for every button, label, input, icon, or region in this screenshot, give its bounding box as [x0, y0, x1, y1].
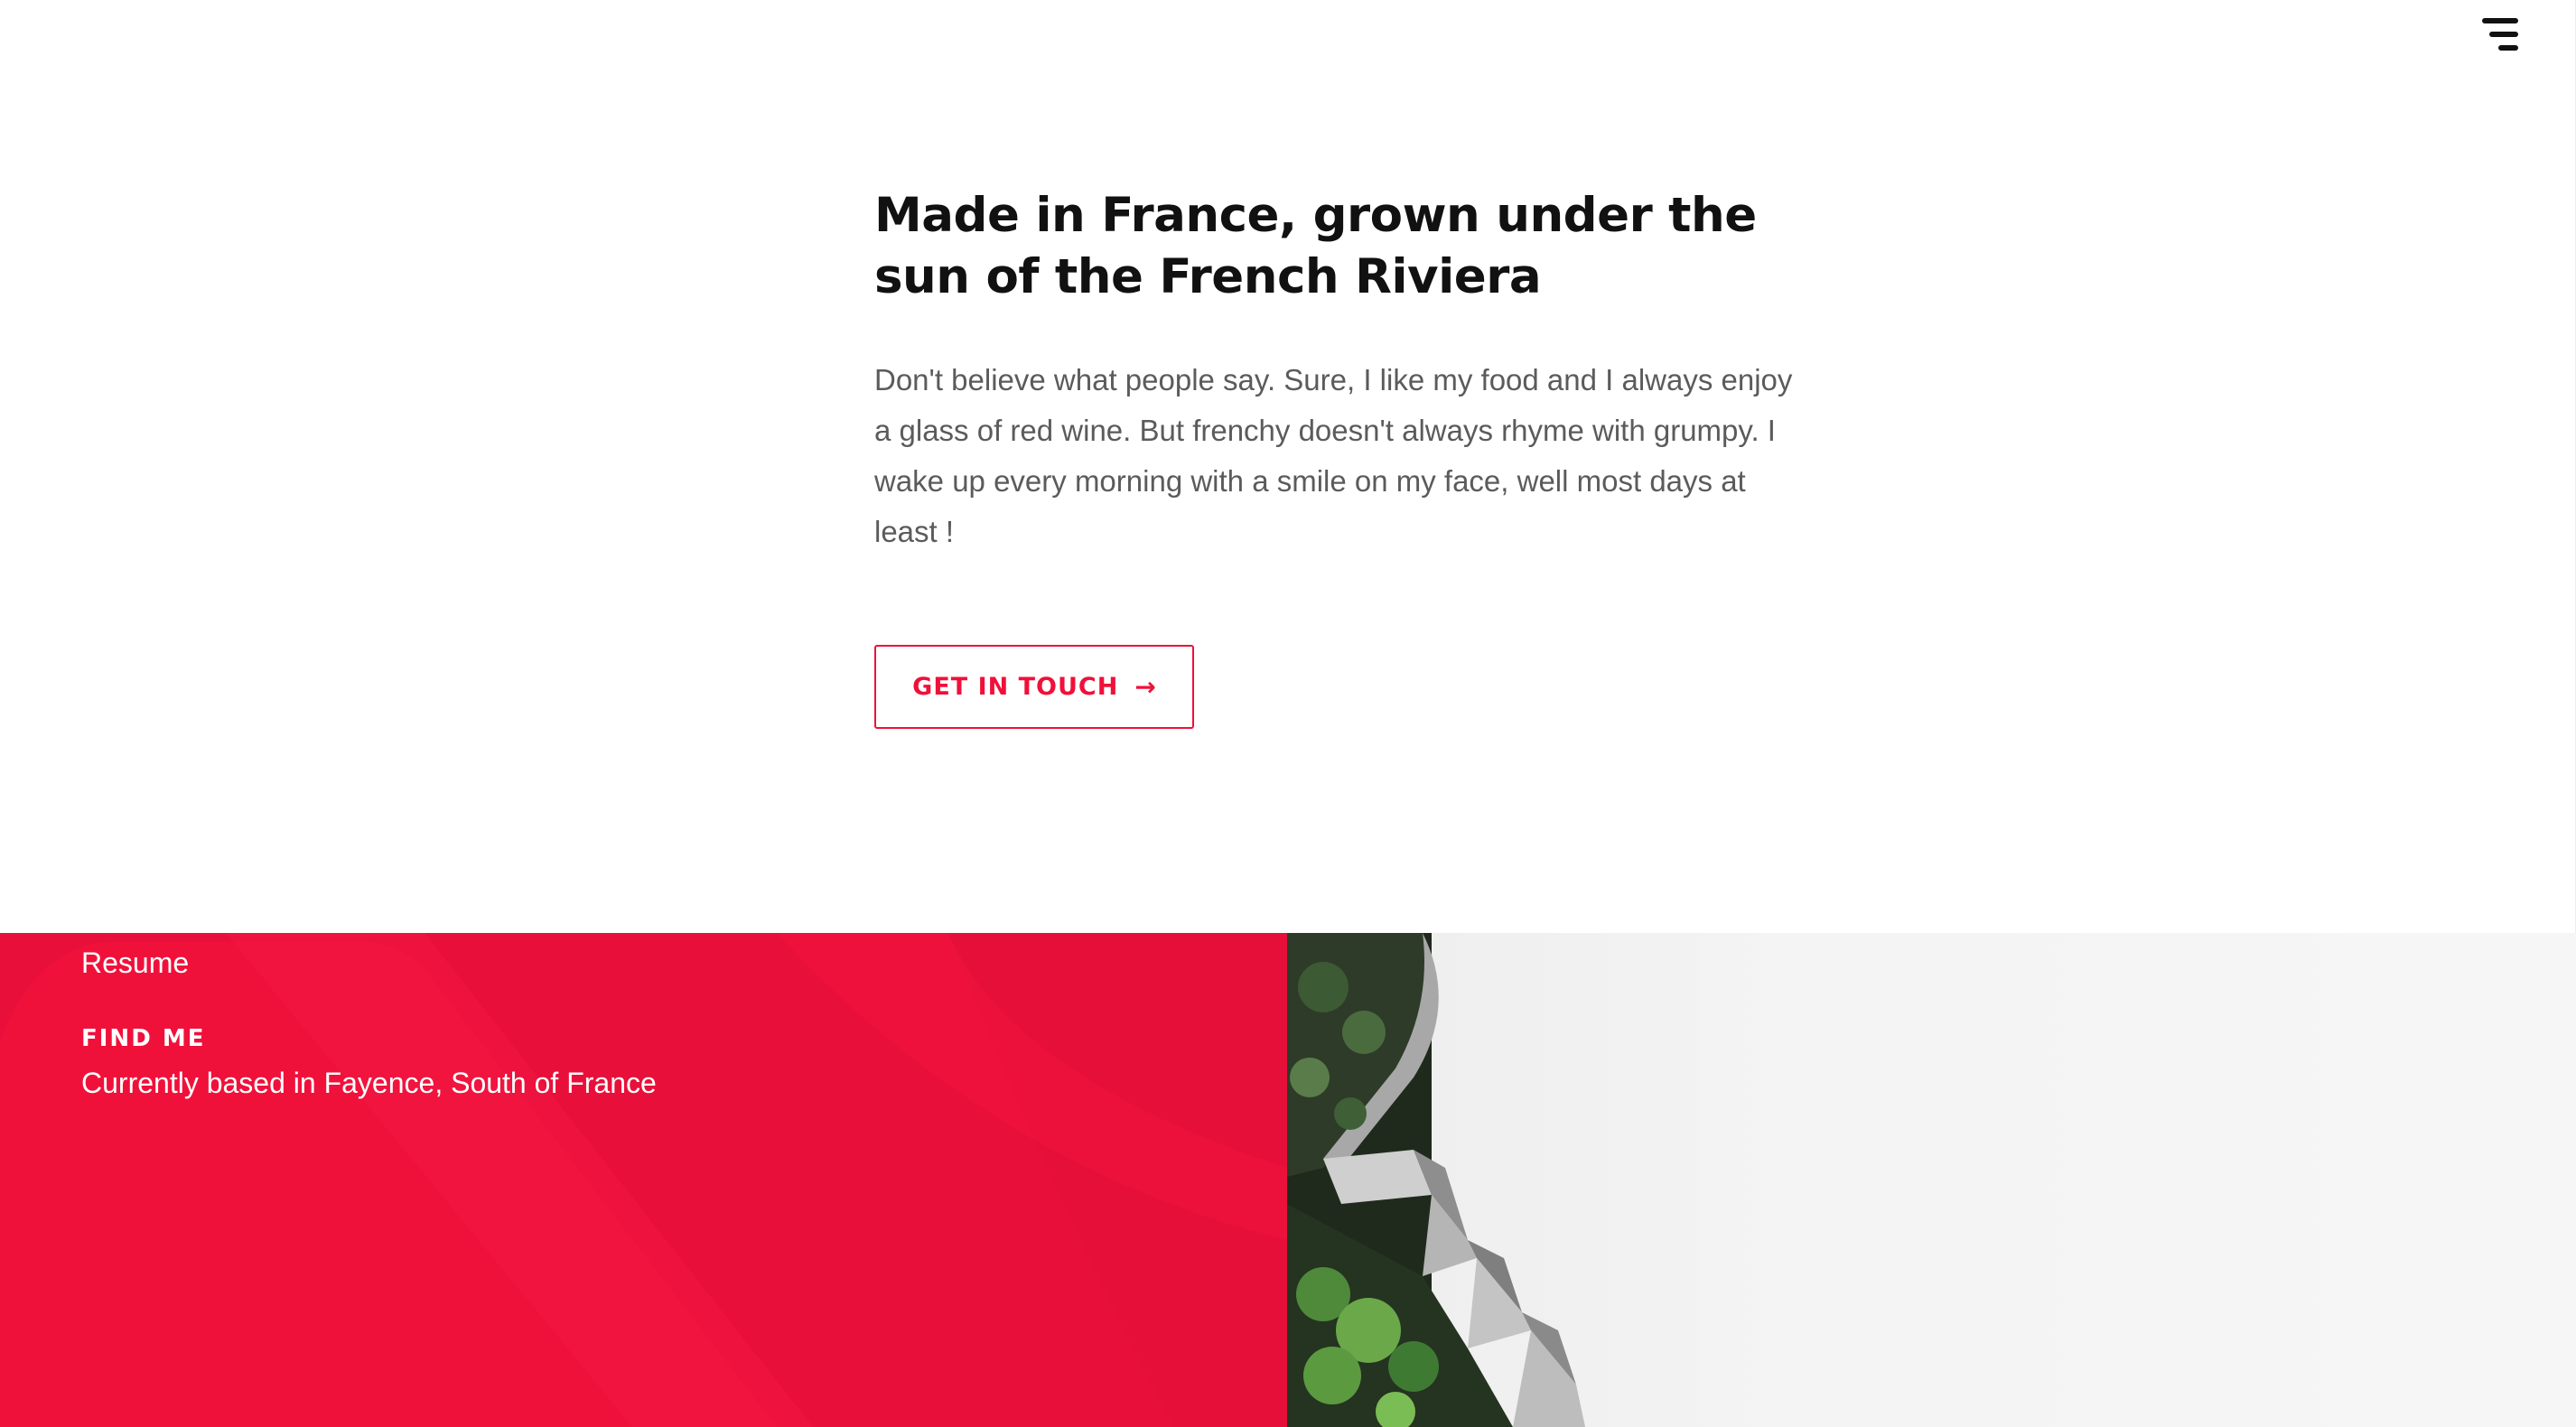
page: Made in France, grown under the sun of t… — [0, 0, 2576, 1427]
intro-heading: Made in France, grown under the sun of t… — [874, 188, 1757, 304]
arrow-right-icon: → — [1134, 672, 1156, 702]
menu-line — [2482, 18, 2518, 23]
intro-section: Made in France, grown under the sun of t… — [874, 185, 1832, 557]
plants-photo — [1287, 933, 2576, 1427]
get-in-touch-label: GET IN TOUCH — [912, 673, 1119, 701]
menu-line — [2489, 32, 2518, 37]
logo-watermark-shape — [0, 933, 1287, 1427]
intro-paragraph: Don't believe what people say. Sure, I l… — [874, 363, 1793, 548]
resume-link[interactable]: Resume — [81, 947, 189, 980]
get-in-touch-button[interactable]: GET IN TOUCH → — [874, 645, 1194, 729]
menu-line — [2498, 45, 2518, 51]
find-me-heading: FIND ME — [81, 1025, 206, 1052]
location-text: Currently based in Fayence, South of Fra… — [81, 1067, 657, 1099]
hamburger-menu-icon[interactable] — [2478, 18, 2518, 51]
plant-planters-image — [1287, 933, 1585, 1427]
contact-panel: Resume FIND ME Currently based in Fayenc… — [0, 933, 1287, 1427]
